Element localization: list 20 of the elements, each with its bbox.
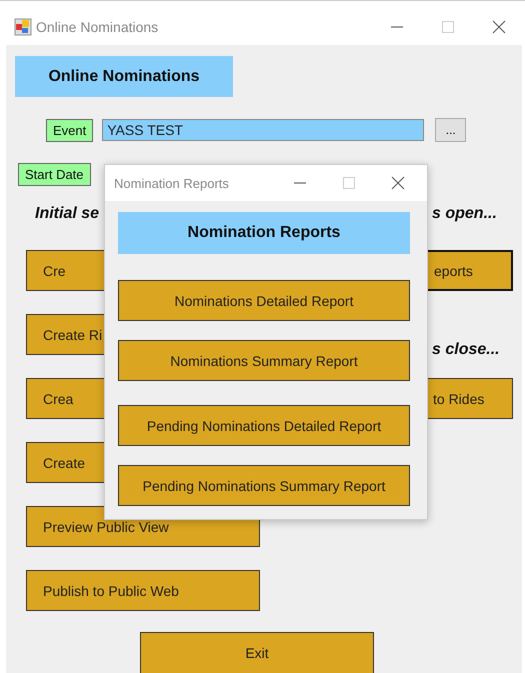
dialog-heading: Nomination Reports xyxy=(118,212,410,254)
close-icon[interactable] xyxy=(391,176,405,190)
browse-button[interactable]: ... xyxy=(435,118,466,142)
report-button[interactable]: Pending Nominations Summary Report xyxy=(118,465,410,506)
report-button[interactable]: Nominations Summary Report xyxy=(118,340,410,381)
action-button[interactable]: Publish to Public Web xyxy=(26,570,260,611)
form-heading: Online Nominations xyxy=(15,56,233,97)
exit-button[interactable]: Exit xyxy=(140,632,374,673)
start-date-label: Start Date xyxy=(18,163,91,186)
section-label: s close... xyxy=(432,341,501,359)
section-label: s open... xyxy=(432,205,498,223)
report-button[interactable]: Pending Nominations Detailed Report xyxy=(118,405,410,446)
event-label: Event xyxy=(46,118,94,142)
window-title: Online Nominations xyxy=(36,18,158,34)
report-button[interactable]: Nominations Detailed Report xyxy=(118,280,410,321)
section-label: Initial se xyxy=(34,205,100,223)
app-icon xyxy=(14,18,32,36)
close-icon[interactable] xyxy=(492,20,506,34)
dialog-title: Nomination Reports xyxy=(114,176,229,190)
event-field[interactable]: YASS TEST xyxy=(102,119,424,141)
